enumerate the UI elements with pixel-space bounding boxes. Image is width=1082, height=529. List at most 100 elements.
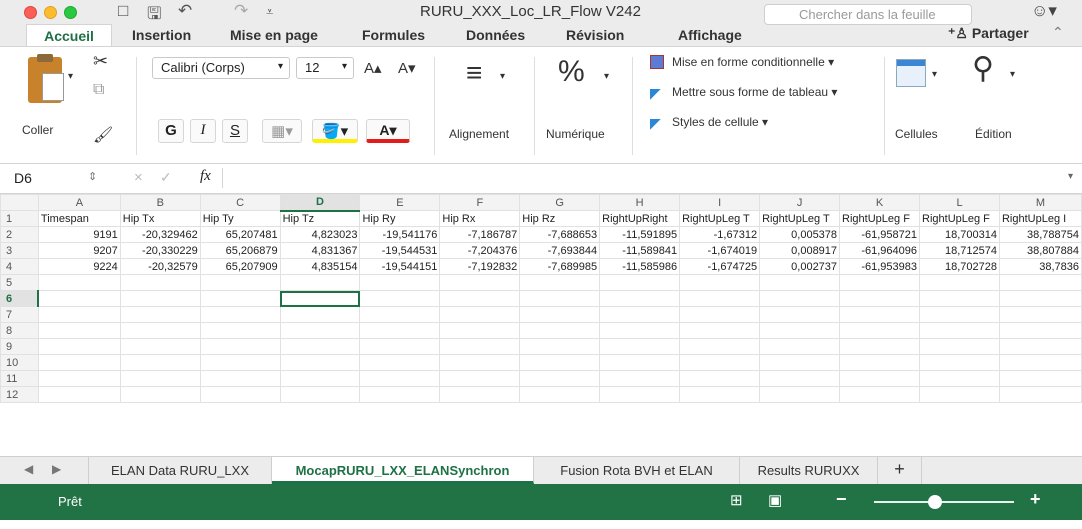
cell-k6[interactable]: [839, 290, 921, 307]
tab-affichage[interactable]: Affichage: [678, 24, 742, 46]
cell-h11[interactable]: [599, 370, 681, 387]
cell-c8[interactable]: [199, 322, 281, 339]
cell-g9[interactable]: [519, 338, 601, 355]
feedback-smiley-icon[interactable]: ☺▾: [1031, 1, 1057, 21]
cells-label[interactable]: Cellules: [895, 127, 938, 141]
cell-k2[interactable]: -61,958721: [839, 226, 921, 243]
cell-i11[interactable]: [679, 370, 761, 387]
cell-e12[interactable]: [359, 386, 441, 403]
cell-g12[interactable]: [519, 386, 601, 403]
cell-h8[interactable]: [599, 322, 681, 339]
page-layout-view-icon[interactable]: ▣: [768, 491, 782, 509]
column-header-c[interactable]: C: [199, 194, 281, 211]
stepper-icon[interactable]: ⇕: [88, 170, 97, 183]
shrink-font-button[interactable]: A▾: [398, 59, 416, 77]
cell-styles-button[interactable]: Styles de cellule ▾: [672, 115, 768, 129]
cell-d4[interactable]: 4,835154: [279, 258, 361, 275]
row-header[interactable]: 11: [0, 370, 39, 387]
sheet-tab-fusion-rota[interactable]: Fusion Rota BVH et ELAN: [534, 457, 740, 484]
row-header[interactable]: 1: [0, 210, 39, 227]
cell-f1[interactable]: Hip Rx: [439, 210, 521, 227]
cell-j4[interactable]: 0,002737: [759, 258, 841, 275]
cancel-icon[interactable]: ×: [134, 169, 143, 186]
cell-g3[interactable]: -7,693844: [519, 242, 601, 259]
cell-a9[interactable]: [37, 338, 121, 355]
tab-formules[interactable]: Formules: [362, 24, 425, 46]
chevron-down-icon[interactable]: ▾: [932, 69, 937, 80]
cell-m10[interactable]: [998, 354, 1082, 371]
chevron-down-icon[interactable]: ▾: [1010, 69, 1015, 80]
next-sheet-icon[interactable]: ▶: [52, 462, 61, 476]
cell-h7[interactable]: [599, 306, 681, 323]
cell-l2[interactable]: 18,700314: [919, 226, 1000, 243]
cell-f11[interactable]: [439, 370, 521, 387]
sidebar-toggle-icon[interactable]: □: [118, 1, 128, 21]
cell-i10[interactable]: [679, 354, 761, 371]
cell-e1[interactable]: Hip Ry: [359, 210, 441, 227]
name-box[interactable]: D6: [14, 169, 94, 189]
cell-c12[interactable]: [199, 386, 281, 403]
cell-j7[interactable]: [759, 306, 841, 323]
cell-e8[interactable]: [359, 322, 441, 339]
cell-l8[interactable]: [919, 322, 1000, 339]
sheet-tab-results[interactable]: Results RURUXX: [740, 457, 878, 484]
cell-h1[interactable]: RightUpRight: [599, 210, 681, 227]
confirm-icon[interactable]: ✓: [160, 169, 172, 186]
cell-a4[interactable]: 9224: [37, 258, 121, 275]
cell-c9[interactable]: [199, 338, 281, 355]
cell-b11[interactable]: [119, 370, 201, 387]
cell-f4[interactable]: -7,192832: [439, 258, 521, 275]
redo-icon[interactable]: ↷: [234, 1, 248, 21]
cell-k8[interactable]: [839, 322, 921, 339]
cell-l7[interactable]: [919, 306, 1000, 323]
cell-m5[interactable]: [998, 274, 1082, 291]
table-format-button[interactable]: Mettre sous forme de tableau ▾: [672, 85, 837, 99]
cell-h3[interactable]: -11,589841: [599, 242, 681, 259]
cell-k12[interactable]: [839, 386, 921, 403]
zoom-window-button[interactable]: [64, 6, 77, 19]
search-input[interactable]: Chercher dans la feuille: [764, 4, 972, 25]
cell-a6[interactable]: [37, 290, 121, 307]
alignment-label[interactable]: Alignement: [449, 127, 509, 141]
column-header-d[interactable]: D: [279, 194, 361, 212]
cell-m3[interactable]: 38,807884: [998, 242, 1082, 259]
underline-button[interactable]: S: [222, 119, 248, 143]
cell-f5[interactable]: [439, 274, 521, 291]
cell-a8[interactable]: [37, 322, 121, 339]
cell-d1[interactable]: Hip Tz: [279, 210, 361, 227]
cell-m4[interactable]: 38,7836: [998, 258, 1082, 275]
previous-sheet-icon[interactable]: ◀: [24, 462, 33, 476]
cell-i7[interactable]: [679, 306, 761, 323]
zoom-slider-track[interactable]: [874, 501, 1014, 503]
cell-c11[interactable]: [199, 370, 281, 387]
cell-f7[interactable]: [439, 306, 521, 323]
column-header-h[interactable]: H: [599, 194, 681, 211]
function-icon[interactable]: fx: [200, 168, 211, 185]
cell-d10[interactable]: [279, 354, 361, 371]
cell-i1[interactable]: RightUpLeg T: [679, 210, 761, 227]
cell-f10[interactable]: [439, 354, 521, 371]
row-header[interactable]: 4: [0, 258, 39, 275]
cell-d6[interactable]: [279, 290, 361, 307]
cell-i5[interactable]: [679, 274, 761, 291]
cell-f12[interactable]: [439, 386, 521, 403]
cell-b9[interactable]: [119, 338, 201, 355]
add-sheet-button[interactable]: +: [878, 457, 922, 484]
cell-g8[interactable]: [519, 322, 601, 339]
cell-e11[interactable]: [359, 370, 441, 387]
select-all-corner[interactable]: [0, 194, 39, 211]
cell-m2[interactable]: 38,788754: [998, 226, 1082, 243]
cell-i9[interactable]: [679, 338, 761, 355]
cell-k11[interactable]: [839, 370, 921, 387]
cell-l9[interactable]: [919, 338, 1000, 355]
cell-b12[interactable]: [119, 386, 201, 403]
paste-dropdown-icon[interactable]: ▾: [68, 71, 73, 82]
cell-m9[interactable]: [998, 338, 1082, 355]
cell-l6[interactable]: [919, 290, 1000, 307]
expand-formula-icon[interactable]: ▾: [1068, 171, 1073, 182]
fill-color-icon[interactable]: 🪣▾: [312, 119, 358, 143]
cell-g7[interactable]: [519, 306, 601, 323]
number-label[interactable]: Numérique: [546, 127, 605, 141]
undo-icon[interactable]: ↶: [178, 1, 192, 21]
cell-k1[interactable]: RightUpLeg F: [839, 210, 921, 227]
